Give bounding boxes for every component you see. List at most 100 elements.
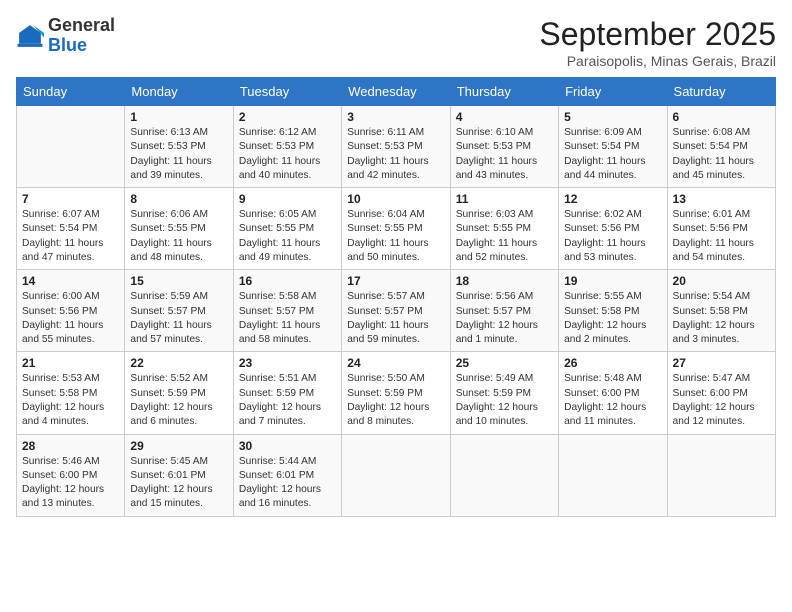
day-detail: Sunrise: 5:46 AM Sunset: 6:00 PM Dayligh… [22,455,119,512]
day-detail: Sunrise: 5:56 AM Sunset: 5:57 PM Dayligh… [456,290,553,347]
header-row: SundayMondayTuesdayWednesdayThursdayFrid… [17,78,776,106]
day-number: 27 [673,356,770,370]
day-detail: Sunrise: 6:06 AM Sunset: 5:55 PM Dayligh… [130,208,227,265]
day-detail: Sunrise: 6:02 AM Sunset: 5:56 PM Dayligh… [564,208,661,265]
calendar-cell: 15 Sunrise: 5:59 AM Sunset: 5:57 PM Dayli… [125,270,233,352]
day-number: 28 [22,439,119,453]
day-detail: Sunrise: 6:07 AM Sunset: 5:54 PM Dayligh… [22,208,119,265]
day-detail: Sunrise: 5:49 AM Sunset: 5:59 PM Dayligh… [456,372,553,429]
day-number: 15 [130,274,227,288]
day-number: 12 [564,192,661,206]
calendar-cell: 13 Sunrise: 6:01 AM Sunset: 5:56 PM Dayli… [667,188,775,270]
day-detail: Sunrise: 5:47 AM Sunset: 6:00 PM Dayligh… [673,372,770,429]
day-detail: Sunrise: 5:51 AM Sunset: 5:59 PM Dayligh… [239,372,336,429]
month-title: September 2025 [539,16,776,53]
day-detail: Sunrise: 5:53 AM Sunset: 5:58 PM Dayligh… [22,372,119,429]
calendar-cell: 8Sunrise: 6:06 AM Sunset: 5:55 PM Daylig… [125,188,233,270]
day-number: 19 [564,274,661,288]
title-block: September 2025 Paraisopolis, Minas Gerai… [539,16,776,69]
day-number: 23 [239,356,336,370]
day-detail: Sunrise: 5:54 AM Sunset: 5:58 PM Dayligh… [673,290,770,347]
calendar-cell: 24 Sunrise: 5:50 AM Sunset: 5:59 PM Dayli… [342,352,450,434]
day-detail: Sunrise: 5:52 AM Sunset: 5:59 PM Dayligh… [130,372,227,429]
day-number: 6 [673,110,770,124]
calendar-cell: 11 Sunrise: 6:03 AM Sunset: 5:55 PM Dayli… [450,188,558,270]
day-number: 2 [239,110,336,124]
week-row-4: 21 Sunrise: 5:53 AM Sunset: 5:58 PM Dayli… [17,352,776,434]
calendar-cell [667,434,775,516]
calendar-cell: 18Sunrise: 5:56 AM Sunset: 5:57 PM Dayli… [450,270,558,352]
day-header-saturday: Saturday [667,78,775,106]
calendar-cell: 5 Sunrise: 6:09 AM Sunset: 5:54 PM Daylig… [559,106,667,188]
week-row-5: 28 Sunrise: 5:46 AM Sunset: 6:00 PM Dayli… [17,434,776,516]
day-header-monday: Monday [125,78,233,106]
calendar-cell [450,434,558,516]
calendar-cell: 7 Sunrise: 6:07 AM Sunset: 5:54 PM Daylig… [17,188,125,270]
calendar-cell: 4 Sunrise: 6:10 AM Sunset: 5:53 PM Daylig… [450,106,558,188]
day-number: 5 [564,110,661,124]
calendar-cell: 27 Sunrise: 5:47 AM Sunset: 6:00 PM Dayli… [667,352,775,434]
calendar-cell [559,434,667,516]
day-detail: Sunrise: 6:01 AM Sunset: 5:56 PM Dayligh… [673,208,770,265]
day-detail: Sunrise: 5:50 AM Sunset: 5:59 PM Dayligh… [347,372,444,429]
calendar-cell: 19 Sunrise: 5:55 AM Sunset: 5:58 PM Dayli… [559,270,667,352]
week-row-3: 14 Sunrise: 6:00 AM Sunset: 5:56 PM Dayli… [17,270,776,352]
logo-text: General Blue [48,16,115,56]
calendar-cell [342,434,450,516]
calendar-cell: 29Sunrise: 5:45 AM Sunset: 6:01 PM Dayli… [125,434,233,516]
day-number: 24 [347,356,444,370]
logo: General Blue [16,16,115,56]
calendar-cell: 6 Sunrise: 6:08 AM Sunset: 5:54 PM Daylig… [667,106,775,188]
day-detail: Sunrise: 6:09 AM Sunset: 5:54 PM Dayligh… [564,126,661,183]
calendar-cell [17,106,125,188]
day-number: 21 [22,356,119,370]
day-detail: Sunrise: 5:48 AM Sunset: 6:00 PM Dayligh… [564,372,661,429]
calendar-cell: 1Sunrise: 6:13 AM Sunset: 5:53 PM Daylig… [125,106,233,188]
calendar-cell: 23 Sunrise: 5:51 AM Sunset: 5:59 PM Dayli… [233,352,341,434]
day-number: 14 [22,274,119,288]
day-number: 26 [564,356,661,370]
day-detail: Sunrise: 6:00 AM Sunset: 5:56 PM Dayligh… [22,290,119,347]
day-number: 17 [347,274,444,288]
calendar-cell: 14 Sunrise: 6:00 AM Sunset: 5:56 PM Dayli… [17,270,125,352]
day-detail: Sunrise: 6:03 AM Sunset: 5:55 PM Dayligh… [456,208,553,265]
day-detail: Sunrise: 6:08 AM Sunset: 5:54 PM Dayligh… [673,126,770,183]
calendar-cell: 16Sunrise: 5:58 AM Sunset: 5:57 PM Dayli… [233,270,341,352]
day-detail: Sunrise: 6:10 AM Sunset: 5:53 PM Dayligh… [456,126,553,183]
day-detail: Sunrise: 5:44 AM Sunset: 6:01 PM Dayligh… [239,455,336,512]
day-number: 13 [673,192,770,206]
day-number: 20 [673,274,770,288]
day-number: 11 [456,192,553,206]
day-detail: Sunrise: 6:13 AM Sunset: 5:53 PM Dayligh… [130,126,227,183]
day-number: 7 [22,192,119,206]
calendar-cell: 20 Sunrise: 5:54 AM Sunset: 5:58 PM Dayli… [667,270,775,352]
day-detail: Sunrise: 6:12 AM Sunset: 5:53 PM Dayligh… [239,126,336,183]
calendar-cell: 12 Sunrise: 6:02 AM Sunset: 5:56 PM Dayli… [559,188,667,270]
calendar-cell: 2 Sunrise: 6:12 AM Sunset: 5:53 PM Daylig… [233,106,341,188]
calendar-cell: 30Sunrise: 5:44 AM Sunset: 6:01 PM Dayli… [233,434,341,516]
day-detail: Sunrise: 6:11 AM Sunset: 5:53 PM Dayligh… [347,126,444,183]
day-detail: Sunrise: 6:04 AM Sunset: 5:55 PM Dayligh… [347,208,444,265]
logo-icon [16,22,44,50]
day-detail: Sunrise: 5:57 AM Sunset: 5:57 PM Dayligh… [347,290,444,347]
day-detail: Sunrise: 5:58 AM Sunset: 5:57 PM Dayligh… [239,290,336,347]
day-header-sunday: Sunday [17,78,125,106]
day-header-friday: Friday [559,78,667,106]
location: Paraisopolis, Minas Gerais, Brazil [539,53,776,69]
day-detail: Sunrise: 5:59 AM Sunset: 5:57 PM Dayligh… [130,290,227,347]
logo-blue: Blue [48,36,115,56]
day-number: 9 [239,192,336,206]
day-header-tuesday: Tuesday [233,78,341,106]
day-number: 29 [130,439,227,453]
day-number: 4 [456,110,553,124]
day-detail: Sunrise: 6:05 AM Sunset: 5:55 PM Dayligh… [239,208,336,265]
day-detail: Sunrise: 5:55 AM Sunset: 5:58 PM Dayligh… [564,290,661,347]
day-header-wednesday: Wednesday [342,78,450,106]
calendar-cell: 25Sunrise: 5:49 AM Sunset: 5:59 PM Dayli… [450,352,558,434]
calendar-cell: 22Sunrise: 5:52 AM Sunset: 5:59 PM Dayli… [125,352,233,434]
week-row-2: 7 Sunrise: 6:07 AM Sunset: 5:54 PM Daylig… [17,188,776,270]
calendar-table: SundayMondayTuesdayWednesdayThursdayFrid… [16,77,776,517]
calendar-cell: 3 Sunrise: 6:11 AM Sunset: 5:53 PM Daylig… [342,106,450,188]
day-header-thursday: Thursday [450,78,558,106]
day-number: 3 [347,110,444,124]
